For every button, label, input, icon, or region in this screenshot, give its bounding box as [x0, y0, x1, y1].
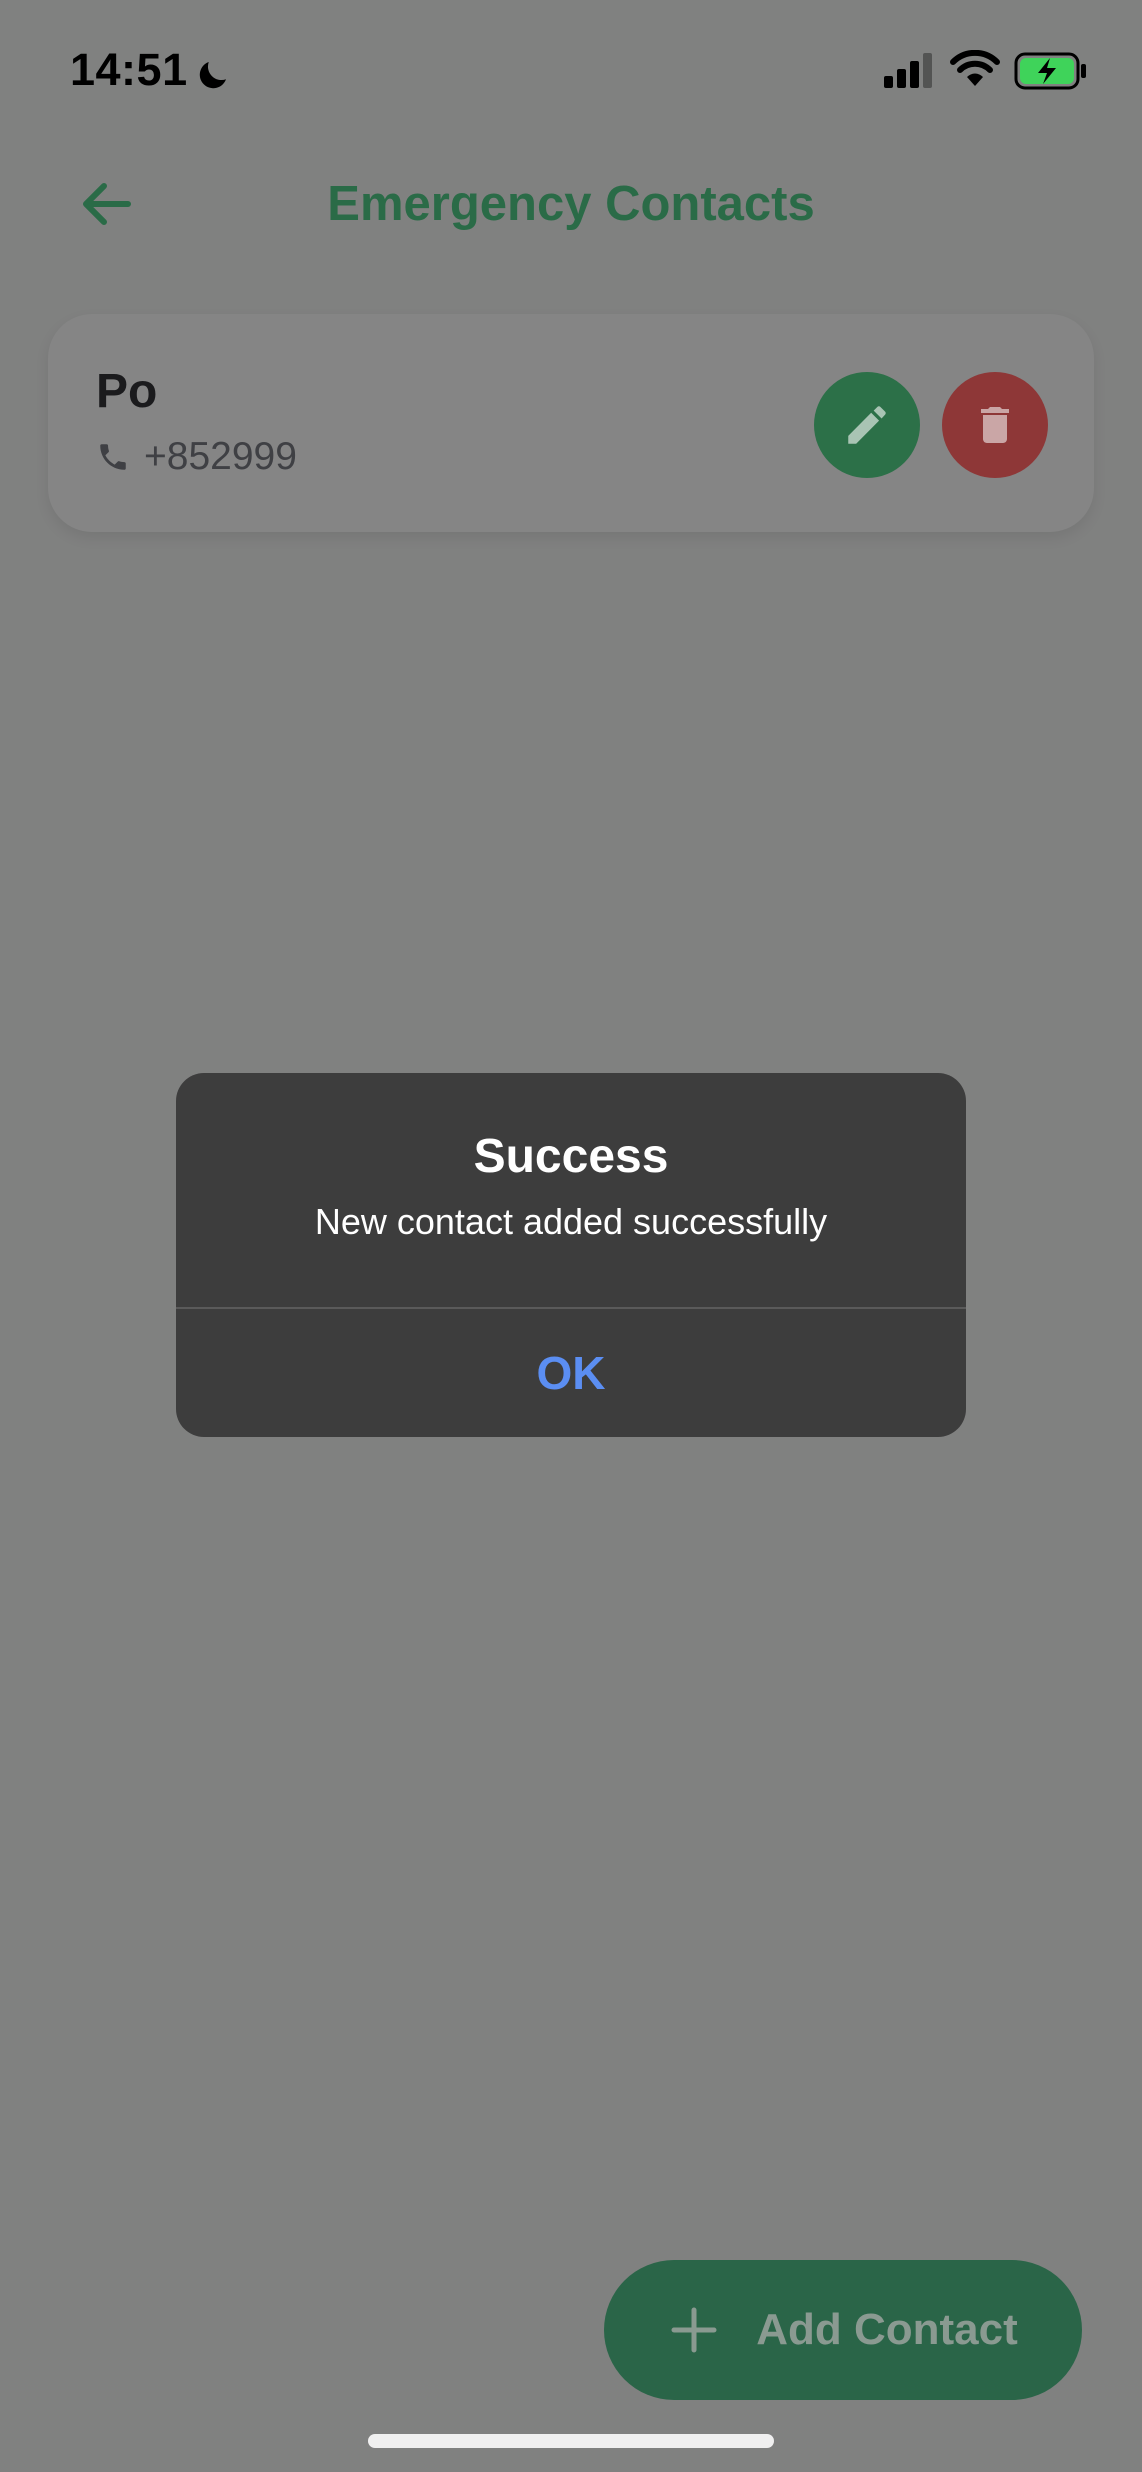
- alert-ok-button[interactable]: OK: [176, 1309, 966, 1437]
- app-header: Emergency Contacts: [0, 160, 1142, 248]
- wifi-icon: [950, 50, 1000, 86]
- alert-message: New contact added successfully: [314, 1201, 828, 1242]
- trash-icon: [981, 407, 1009, 443]
- add-contact-button[interactable]: Add Contact: [604, 2260, 1082, 2400]
- contact-phone-row: +852999: [96, 432, 297, 482]
- page-title: Emergency Contacts: [327, 177, 815, 231]
- success-alert-dialog: Success New contact added successfully O…: [176, 1073, 966, 1437]
- moon-icon: [199, 62, 226, 89]
- delete-contact-button[interactable]: [942, 372, 1048, 478]
- status-time: 14:51: [70, 44, 188, 95]
- battery-charging-icon: [1014, 52, 1086, 90]
- contact-card[interactable]: Po +852999: [48, 314, 1094, 532]
- contact-phone: +852999: [144, 435, 297, 478]
- contact-name: Po: [96, 365, 158, 418]
- alert-title: Success: [473, 1130, 669, 1183]
- phone-icon: [100, 444, 126, 470]
- edit-contact-button[interactable]: [814, 372, 920, 478]
- home-indicator[interactable]: [368, 2434, 774, 2448]
- pencil-icon: [848, 406, 886, 444]
- status-bar: 14:51: [0, 0, 1142, 140]
- plus-icon: [671, 2307, 717, 2353]
- add-contact-label: Add Contact: [756, 2305, 1018, 2354]
- cellular-signal-icon: [884, 53, 932, 88]
